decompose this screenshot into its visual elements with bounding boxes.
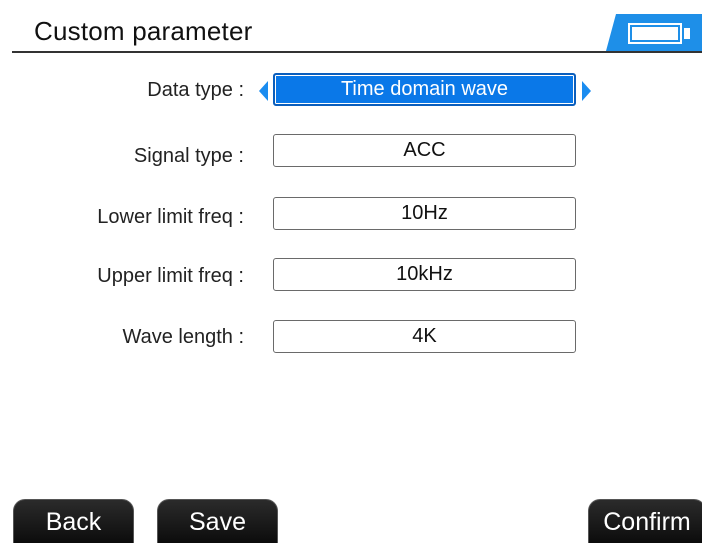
battery-icon xyxy=(628,23,682,44)
data-type-selector[interactable]: Time domain wave xyxy=(273,73,576,106)
confirm-button[interactable]: Confirm xyxy=(588,499,702,543)
upper-limit-freq-label: Upper limit freq : xyxy=(97,265,244,287)
upper-limit-freq-field[interactable]: 10kHz xyxy=(273,258,576,291)
arrow-left-icon[interactable] xyxy=(259,81,268,101)
arrow-right-icon[interactable] xyxy=(582,81,591,101)
back-button[interactable]: Back xyxy=(13,499,134,543)
save-button[interactable]: Save xyxy=(157,499,278,543)
title-bar: Custom parameter xyxy=(0,0,702,51)
header-divider xyxy=(12,51,702,53)
battery-level xyxy=(632,27,678,40)
wave-length-field[interactable]: 4K xyxy=(273,320,576,353)
page-title: Custom parameter xyxy=(34,16,253,46)
lower-limit-freq-field[interactable]: 10Hz xyxy=(273,197,576,230)
lower-limit-freq-label: Lower limit freq : xyxy=(97,206,244,228)
battery-terminal xyxy=(684,28,690,39)
data-type-label: Data type : xyxy=(147,79,244,101)
wave-length-label: Wave length : xyxy=(122,326,244,348)
signal-type-field[interactable]: ACC xyxy=(273,134,576,167)
signal-type-label: Signal type : xyxy=(133,145,244,167)
